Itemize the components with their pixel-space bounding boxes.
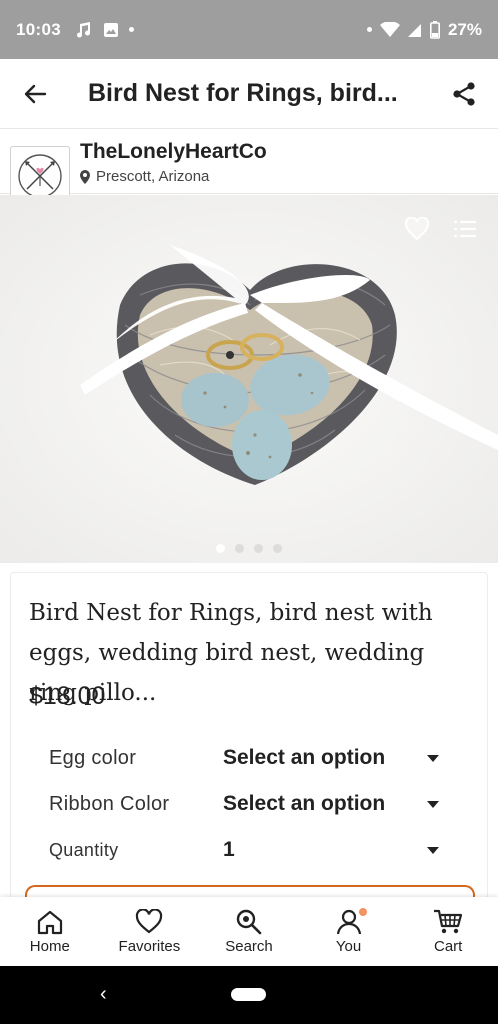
nav-home[interactable]: Home: [0, 897, 100, 966]
system-back-icon[interactable]: ‹: [100, 983, 107, 1006]
status-time: 10:03: [16, 19, 61, 39]
nav-you[interactable]: You: [299, 897, 399, 966]
listing-price: $18.00: [29, 682, 106, 710]
shop-name[interactable]: TheLonelyHeartCo: [80, 140, 267, 164]
favorite-heart-icon[interactable]: [404, 217, 430, 241]
share-button[interactable]: [442, 72, 486, 116]
notification-badge: [358, 908, 367, 916]
system-home-button[interactable]: [231, 988, 266, 1001]
location-pin-icon: [80, 169, 90, 184]
cart-icon: [434, 909, 463, 933]
carousel-dot[interactable]: [216, 544, 225, 553]
nav-search[interactable]: Search: [199, 897, 299, 966]
variation-label: Quantity: [49, 839, 119, 860]
nav-favorites[interactable]: Favorites: [100, 897, 200, 966]
heart-icon: [136, 908, 163, 933]
nav-label: You: [335, 937, 362, 955]
nav-label: Favorites: [118, 937, 181, 955]
app-bar: Bird Nest for Rings, bird...: [0, 59, 498, 129]
shop-logo-image: [18, 154, 62, 198]
notification-dot-icon: [128, 27, 134, 32]
nav-label: Search: [225, 937, 273, 955]
signal-icon: [407, 23, 421, 37]
carousel-dots[interactable]: [0, 544, 498, 553]
ribbon-color-select[interactable]: Ribbon Color Select an option: [49, 786, 449, 822]
carousel-dot[interactable]: [254, 544, 263, 553]
battery-icon: [429, 20, 440, 39]
image-icon: [103, 22, 118, 37]
shop-header[interactable]: TheLonelyHeartCo Prescott, Arizona: [0, 130, 498, 206]
carousel-dot[interactable]: [235, 544, 244, 553]
listing-details-card: Bird Nest for Rings, bird nest with eggs…: [10, 572, 488, 925]
search-icon: [236, 909, 262, 934]
add-to-list-icon[interactable]: [452, 217, 478, 241]
carousel-dot[interactable]: [273, 544, 282, 553]
listing-photo: [0, 195, 498, 563]
variation-value: Select an option: [223, 792, 386, 815]
caret-down-icon: [427, 846, 439, 854]
nav-label: Home: [29, 937, 70, 955]
home-icon: [37, 910, 62, 934]
system-nav-bar: ‹: [0, 966, 498, 1024]
share-icon: [453, 82, 475, 106]
music-note-icon: [76, 21, 90, 38]
variation-label: Ribbon Color: [49, 792, 170, 815]
quantity-select[interactable]: Quantity 1: [49, 832, 449, 868]
battery-percent: 27%: [447, 19, 482, 39]
back-button[interactable]: [0, 59, 70, 129]
status-bar: 10:03 27%: [0, 0, 498, 59]
variation-label: Egg color: [49, 746, 137, 769]
caret-down-icon: [427, 754, 439, 762]
variation-value: 1: [223, 838, 235, 861]
bottom-nav: Home Favorites Search You Cart: [0, 897, 498, 966]
wifi-icon: [379, 21, 400, 37]
page-title: Bird Nest for Rings, bird...: [88, 79, 398, 107]
arrow-left-icon: [24, 84, 47, 103]
egg-color-select[interactable]: Egg color Select an option: [49, 740, 449, 776]
status-dot-icon: [366, 27, 372, 32]
caret-down-icon: [427, 800, 439, 808]
shop-location: Prescott, Arizona: [96, 168, 210, 185]
listing-image-carousel[interactable]: [0, 195, 498, 563]
nav-cart[interactable]: Cart: [398, 897, 498, 966]
nav-label: Cart: [434, 937, 463, 955]
variation-value: Select an option: [223, 746, 386, 769]
